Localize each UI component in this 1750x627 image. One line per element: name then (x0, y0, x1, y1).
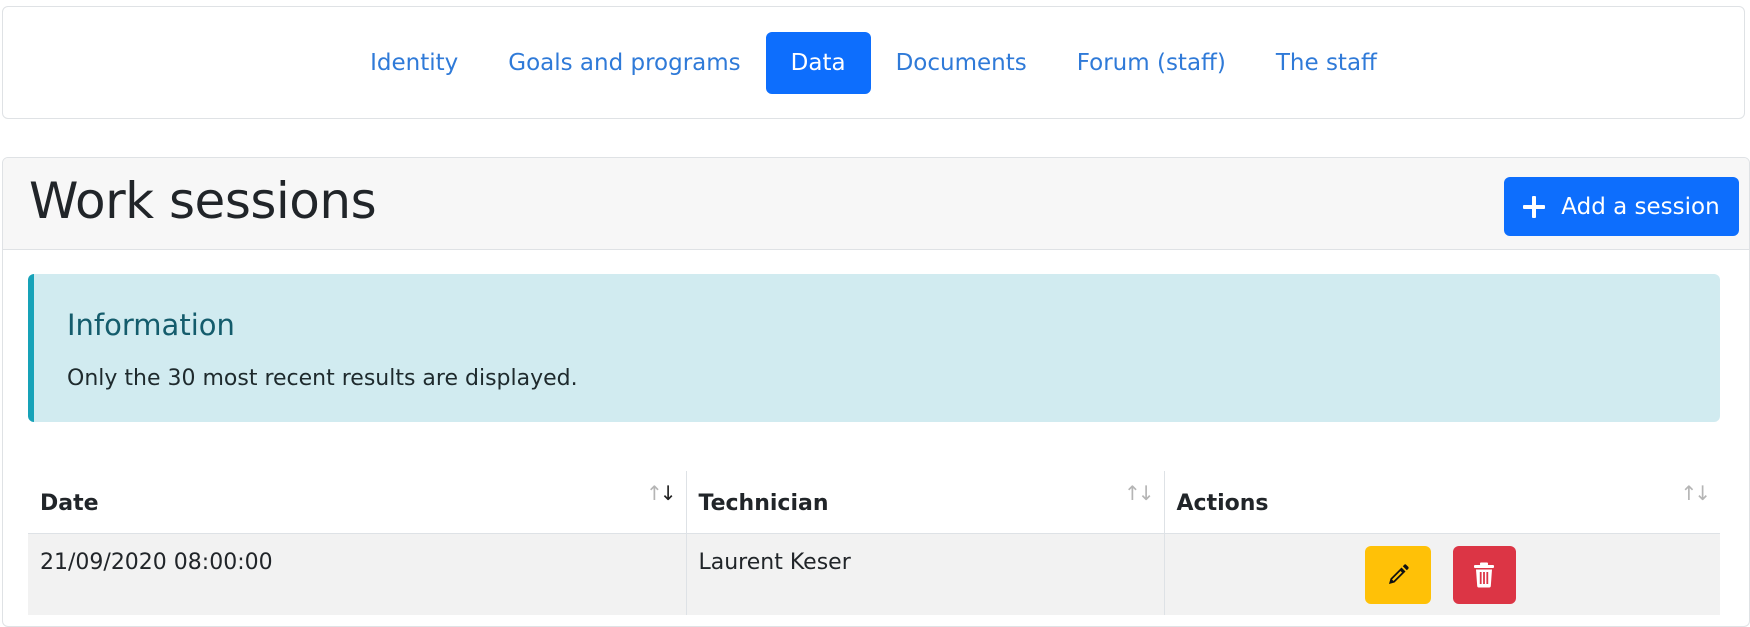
delete-button[interactable] (1452, 545, 1516, 604)
table-header-row: Date ↑↓ Technician ↑↓ Actions ↑↓ (28, 471, 1720, 534)
cell-date: 21/09/2020 08:00:00 (40, 549, 273, 575)
table-row: 21/09/2020 08:00:00 Laurent Keser (28, 533, 1720, 615)
plus-icon (1523, 195, 1546, 218)
sessions-table: Date ↑↓ Technician ↑↓ Actions ↑↓ 21/09/2… (28, 471, 1720, 615)
column-header-label: Date (40, 491, 99, 516)
add-session-label: Add a session (1561, 193, 1720, 220)
trash-icon (1474, 562, 1494, 587)
column-header-label: Technician (698, 491, 829, 516)
column-header-label: Actions (1176, 491, 1269, 516)
tab-nav-card: Identity Goals and programs Data Documen… (2, 6, 1745, 119)
work-sessions-card: Work sessions Add a session Information … (2, 157, 1750, 627)
pencil-icon (1388, 563, 1409, 584)
sort-arrows-icon[interactable]: ↑↓ (1680, 481, 1710, 505)
tab-nav: Identity Goals and programs Data Documen… (3, 32, 1744, 94)
tab-identity[interactable]: Identity (345, 32, 483, 94)
alert-text: Only the 30 most recent results are disp… (67, 366, 578, 391)
edit-button[interactable] (1364, 545, 1431, 604)
sort-arrows-icon[interactable]: ↑↓ (1124, 481, 1154, 505)
cell-technician: Laurent Keser (685, 533, 1164, 615)
tab-data[interactable]: Data (765, 32, 871, 94)
column-header-technician[interactable]: Technician ↑↓ (685, 471, 1164, 534)
card-header: Work sessions Add a session (3, 158, 1749, 250)
info-alert: Information Only the 30 most recent resu… (28, 274, 1720, 422)
column-header-date[interactable]: Date ↑↓ (28, 471, 686, 534)
tab-the-staff[interactable]: The staff (1251, 32, 1402, 94)
column-header-actions[interactable]: Actions ↑↓ (1163, 471, 1720, 534)
tab-forum-staff[interactable]: Forum (staff) (1052, 32, 1251, 94)
alert-title: Information (67, 308, 235, 342)
row-actions (1364, 545, 1516, 604)
tab-goals-and-programs[interactable]: Goals and programs (483, 32, 765, 94)
cell-actions (1163, 533, 1720, 615)
add-session-button[interactable]: Add a session (1504, 177, 1739, 236)
sort-arrows-icon[interactable]: ↑↓ (646, 481, 676, 505)
tab-documents[interactable]: Documents (871, 32, 1052, 94)
page-title: Work sessions (29, 172, 377, 230)
